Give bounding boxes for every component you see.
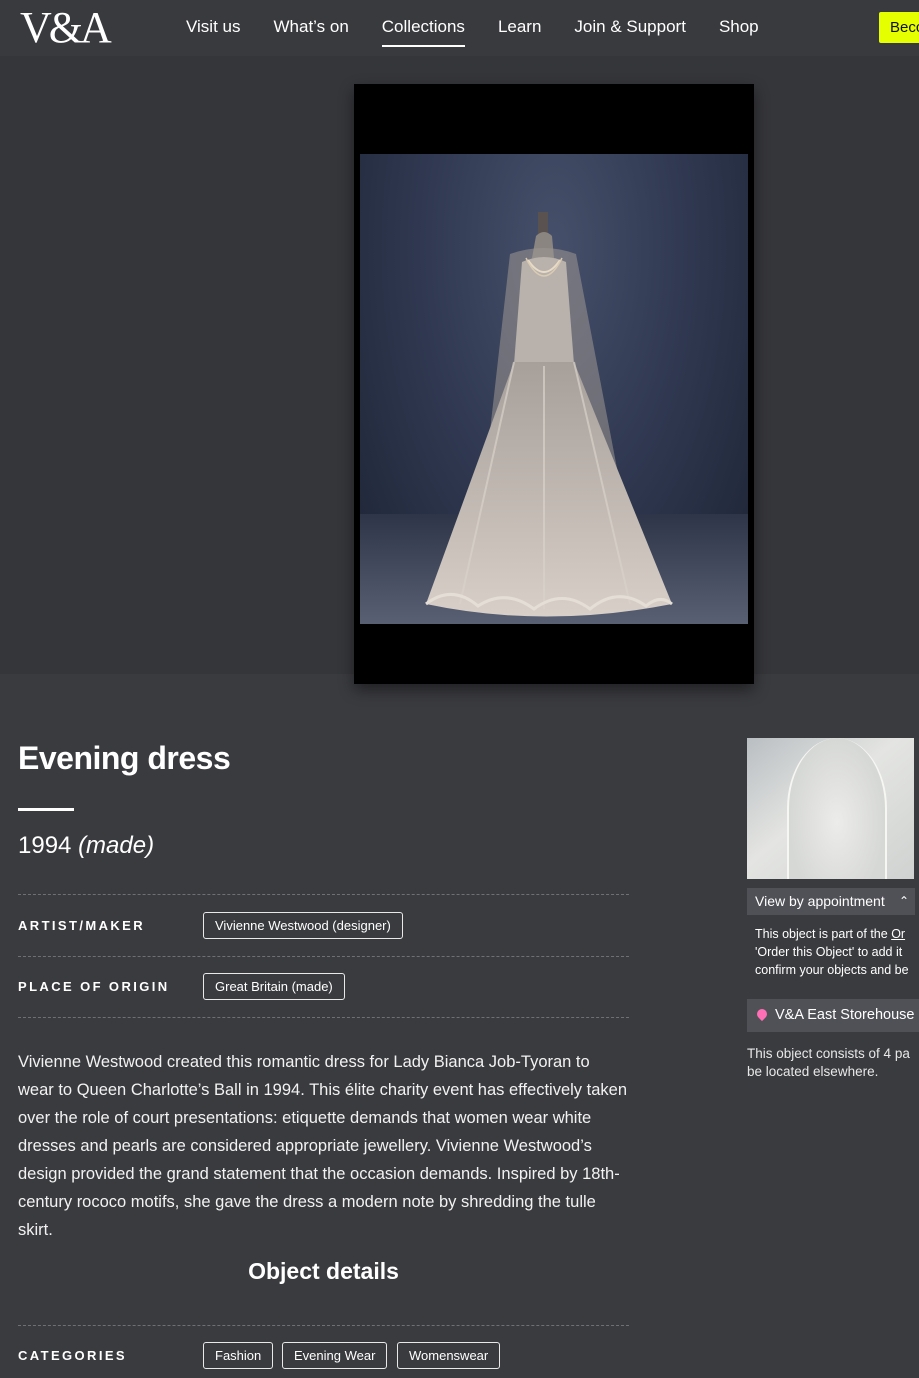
object-parts-note: This object consists of 4 pa be located … [747, 1046, 910, 1079]
date-value: 1994 [18, 832, 72, 859]
view-by-appointment-toggle[interactable]: View by appointment ⌃ [747, 888, 915, 915]
appointment-label: View by appointment [755, 893, 885, 909]
title-divider [18, 808, 74, 811]
dress-photo [360, 154, 748, 624]
nav-whats-on[interactable]: What’s on [274, 17, 349, 47]
object-page: V&A Visit us What’s on Collections Learn… [0, 0, 919, 1378]
object-description: Vivienne Westwood created this romantic … [18, 1053, 628, 1239]
place-of-origin-tag[interactable]: Great Britain (made) [203, 973, 345, 1000]
nav-visit-us[interactable]: Visit us [186, 17, 241, 47]
nav-learn[interactable]: Learn [498, 17, 541, 47]
chevron-up-icon: ⌃ [898, 894, 909, 908]
storehouse-label: V&A East Storehouse [775, 1007, 915, 1023]
categories-label: CATEGORIES [18, 1348, 127, 1363]
nav-join-support[interactable]: Join & Support [574, 17, 686, 47]
appointment-info: This object is part of the Or 'Order thi… [755, 925, 919, 979]
appointment-line-1: This object is part of the Or [755, 927, 906, 941]
location-pin-icon [754, 1006, 770, 1022]
category-tag-evening-wear[interactable]: Evening Wear [282, 1342, 388, 1369]
object-thumbnail[interactable] [747, 738, 914, 879]
artist-maker-tag[interactable]: Vivienne Westwood (designer) [203, 912, 403, 939]
object-image[interactable] [354, 84, 754, 684]
nav-shop[interactable]: Shop [719, 17, 759, 47]
nav-collections[interactable]: Collections [381, 17, 465, 47]
artist-maker-label: ARTIST/MAKER [18, 918, 146, 933]
dress-illustration [425, 212, 673, 617]
place-of-origin-label: PLACE OF ORIGIN [18, 979, 170, 994]
category-tag-womenswear[interactable]: Womenswear [397, 1342, 501, 1369]
object-details-heading: Object details [248, 1258, 399, 1284]
object-date: 1994 (made) [18, 832, 154, 860]
divider [18, 1017, 629, 1018]
appointment-line-2: 'Order this Object' to add it [755, 945, 903, 959]
appointment-link[interactable]: Or [891, 927, 905, 941]
divider [18, 1325, 629, 1326]
site-header: V&A Visit us What’s on Collections Learn… [0, 0, 919, 56]
object-title: Evening dress [18, 740, 231, 776]
lace-detail [787, 738, 887, 879]
become-member-button[interactable]: Becc [879, 12, 919, 43]
appointment-line-3: confirm your objects and be [755, 963, 909, 977]
divider [18, 956, 629, 957]
va-logo[interactable]: V&A [20, 6, 112, 50]
date-qualifier: (made) [78, 832, 155, 859]
hero-image-area [0, 56, 919, 684]
storehouse-location-button[interactable]: V&A East Storehouse [747, 999, 919, 1032]
divider [18, 894, 629, 895]
category-tag-fashion[interactable]: Fashion [203, 1342, 274, 1369]
main-nav: Visit us What’s on Collections Learn Joi… [186, 17, 792, 47]
